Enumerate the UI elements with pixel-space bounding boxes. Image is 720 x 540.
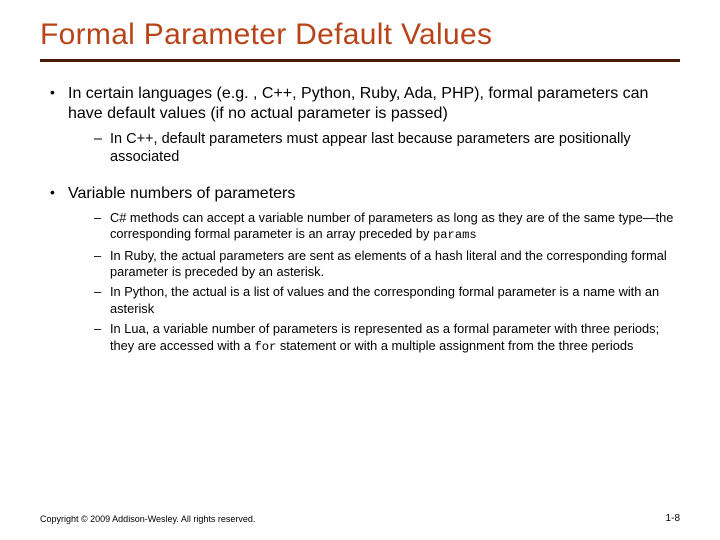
title-rule [40,59,680,62]
bullet-2-sub-2: In Ruby, the actual parameters are sent … [90,248,674,281]
slide-title: Formal Parameter Default Values [40,18,680,53]
bullet-1-sub-1: In C++, default parameters must appear l… [90,130,674,166]
bullet-2-sub-3: In Python, the actual is a list of value… [90,284,674,317]
bullet-1-text: In certain languages (e.g. , C++, Python… [68,85,648,122]
bullet-2-text: Variable numbers of parameters [68,185,295,202]
slide: Formal Parameter Default Values In certa… [0,0,720,540]
code-for: for [254,340,276,354]
bullet-list: In certain languages (e.g. , C++, Python… [40,84,680,356]
bullet-2-sub-1a: C# methods can accept a variable number … [110,210,673,241]
page-number: 1-8 [666,513,680,524]
copyright-footer: Copyright © 2009 Addison-Wesley. All rig… [40,514,255,524]
bullet-2-sublist: C# methods can accept a variable number … [68,210,674,355]
bullet-1-sublist: In C++, default parameters must appear l… [68,130,674,166]
code-params: params [433,228,477,242]
bullet-1: In certain languages (e.g. , C++, Python… [46,84,674,166]
bullet-2: Variable numbers of parameters C# method… [46,184,674,355]
bullet-2-sub-4: In Lua, a variable number of parameters … [90,321,674,355]
bullet-2-sub-1: C# methods can accept a variable number … [90,210,674,244]
bullet-2-sub-4b: statement or with a multiple assignment … [276,338,633,353]
